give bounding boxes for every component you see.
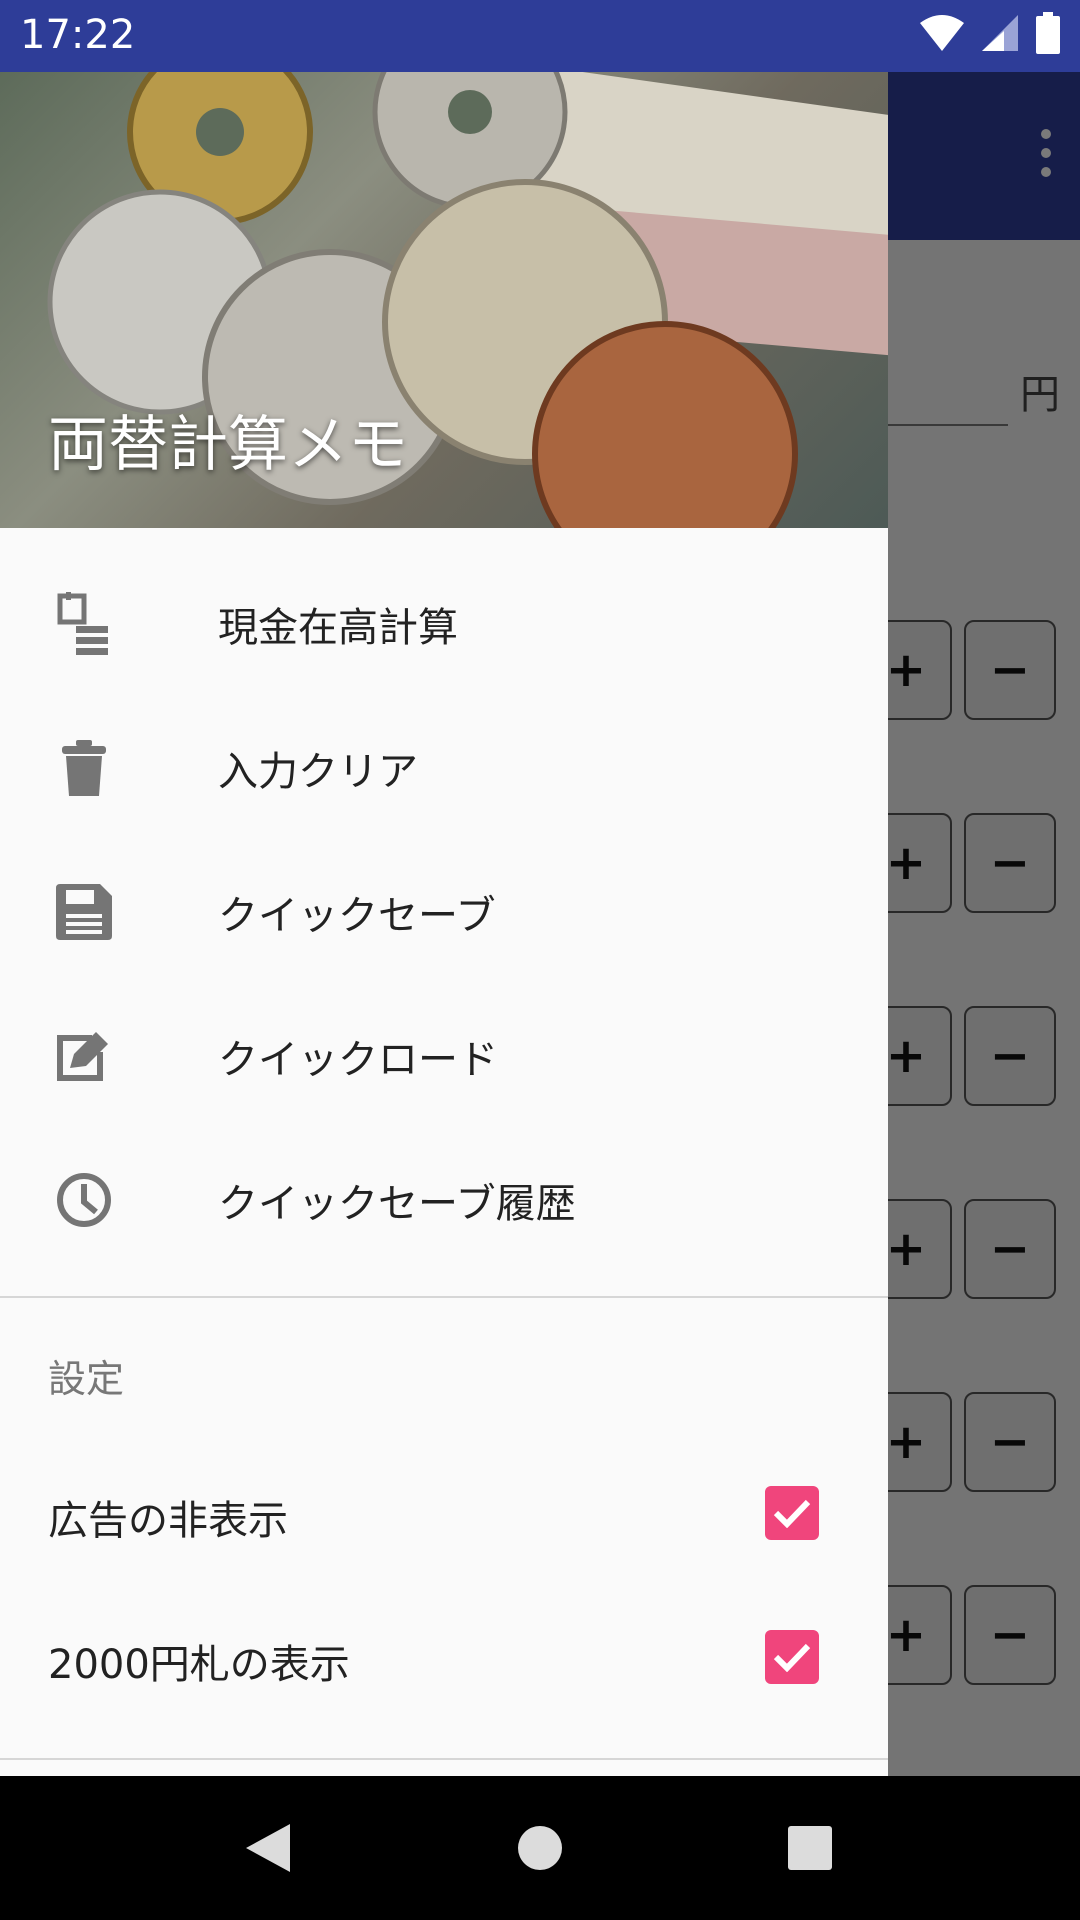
recents-icon bbox=[788, 1826, 832, 1870]
setting-label: 2000円札の表示 bbox=[48, 1642, 350, 1688]
menu-item-label: 入力クリア bbox=[218, 749, 418, 795]
history-icon bbox=[52, 1168, 116, 1232]
system-nav-bar bbox=[0, 1776, 1080, 1920]
back-icon bbox=[246, 1824, 290, 1872]
check-icon bbox=[773, 1643, 811, 1672]
wifi-icon bbox=[920, 15, 964, 51]
setting-label: 広告の非表示 bbox=[48, 1498, 288, 1544]
save-icon bbox=[52, 880, 116, 944]
setting-hide-ads[interactable]: 広告の非表示 bbox=[0, 1442, 888, 1586]
signal-icon bbox=[982, 15, 1018, 51]
menu-item-label: クイックロード bbox=[218, 1037, 498, 1083]
menu-item-label: 現金在高計算 bbox=[218, 605, 458, 651]
cash-calculation-icon bbox=[52, 592, 116, 656]
menu-item-quick-load[interactable]: クイックロード bbox=[0, 984, 888, 1128]
status-icons bbox=[920, 12, 1060, 54]
menu-item-quick-save[interactable]: クイックセーブ bbox=[0, 840, 888, 984]
navigation-drawer: 両替計算メモ 現金在高計算 入力クリア クイックセーブ クイックロード クイック… bbox=[0, 72, 888, 1776]
drawer-title: 両替計算メモ bbox=[48, 410, 408, 480]
menu-item-label: クイックセーブ bbox=[218, 893, 496, 939]
drawer-header: 両替計算メモ bbox=[0, 72, 888, 528]
back-button[interactable] bbox=[232, 1812, 304, 1884]
menu-item-cash-calculation[interactable]: 現金在高計算 bbox=[0, 552, 888, 696]
home-icon bbox=[518, 1826, 562, 1870]
settings-section-label: 設定 bbox=[48, 1357, 125, 1401]
menu-item-label: クイックセーブ履歴 bbox=[218, 1181, 576, 1227]
setting-show-2000-yen-bill[interactable]: 2000円札の表示 bbox=[0, 1586, 888, 1730]
drawer-divider bbox=[0, 1296, 888, 1298]
status-time: 17:22 bbox=[20, 12, 136, 58]
battery-icon bbox=[1036, 12, 1060, 54]
recents-button[interactable] bbox=[774, 1812, 846, 1884]
drawer-divider bbox=[0, 1758, 888, 1760]
status-bar: 17:22 bbox=[0, 0, 1080, 72]
home-button[interactable] bbox=[504, 1812, 576, 1884]
show-2000-yen-checkbox[interactable] bbox=[765, 1630, 819, 1684]
trash-icon bbox=[52, 736, 116, 800]
load-icon bbox=[52, 1024, 116, 1088]
menu-item-quick-save-history[interactable]: クイックセーブ履歴 bbox=[0, 1128, 888, 1272]
menu-item-clear-input[interactable]: 入力クリア bbox=[0, 696, 888, 840]
check-icon bbox=[773, 1499, 811, 1528]
hide-ads-checkbox[interactable] bbox=[765, 1486, 819, 1540]
